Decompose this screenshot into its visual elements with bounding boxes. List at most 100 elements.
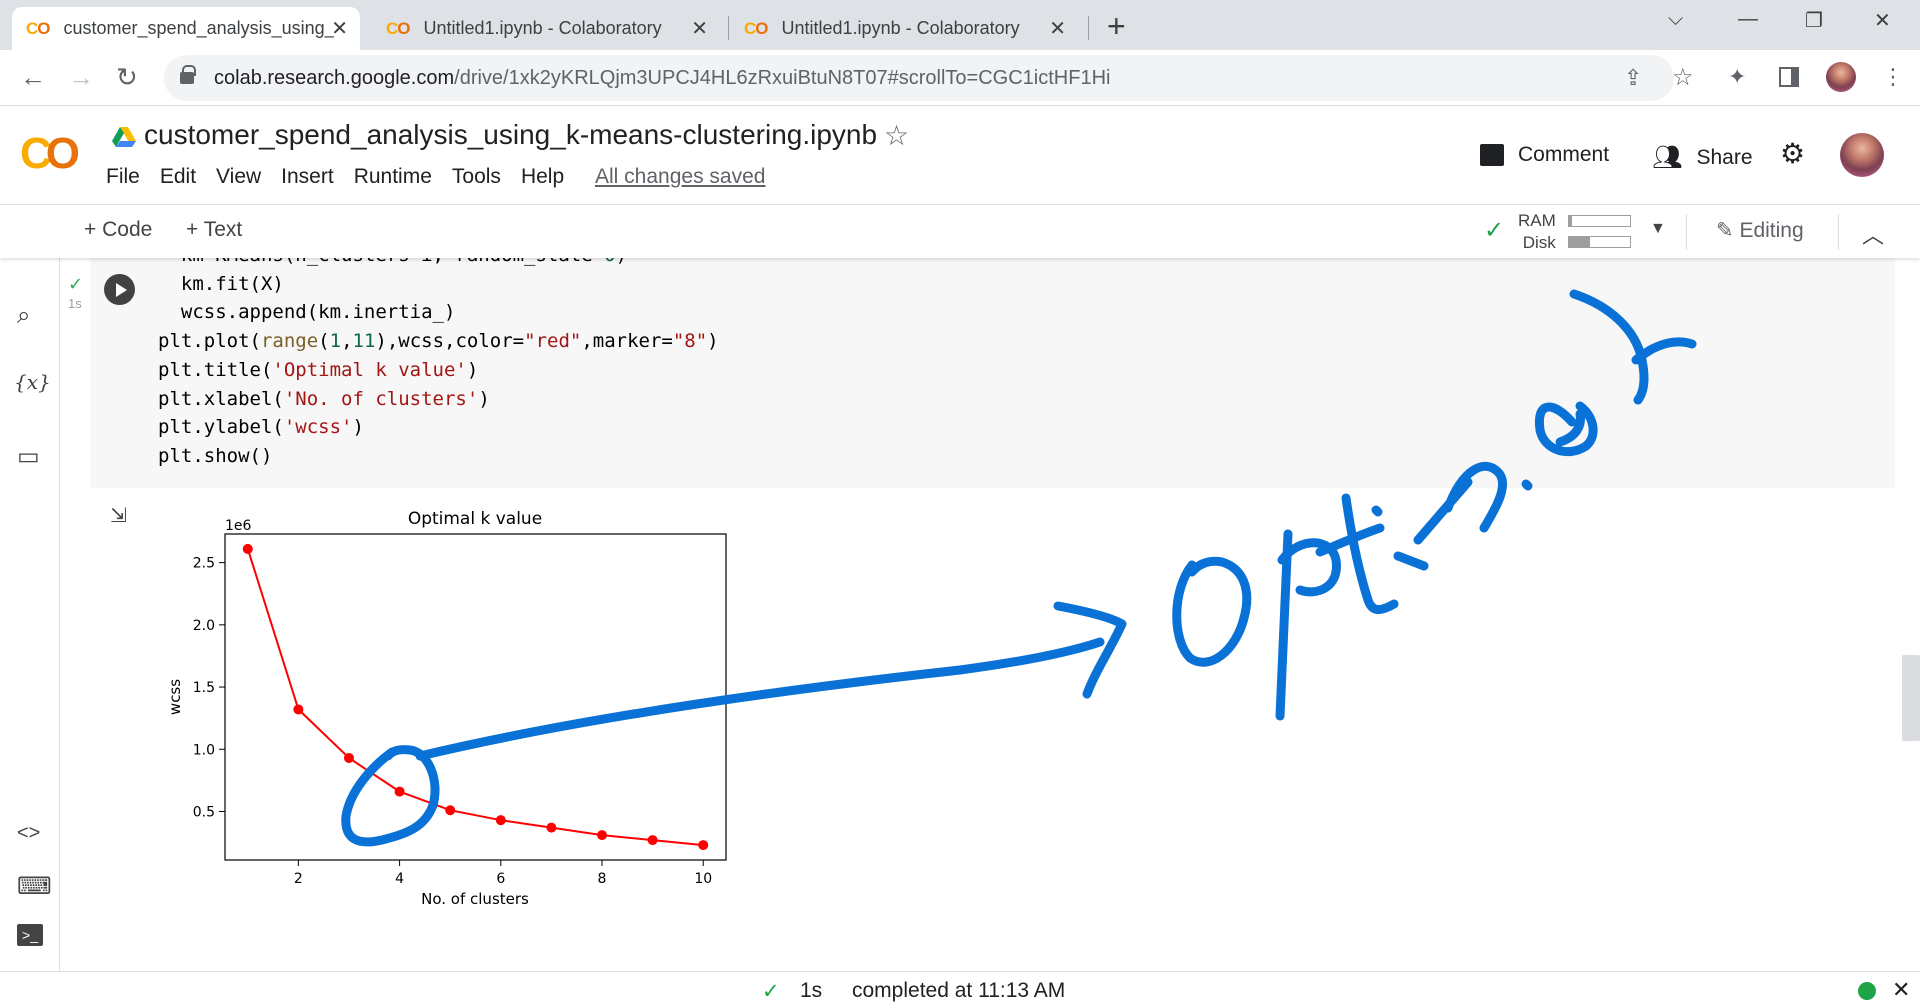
more-menu-icon[interactable]: ⋮ [1882,64,1904,90]
x-tick-label: 10 [694,871,712,887]
tab-search-chevron-icon[interactable]: ⌵ [1668,8,1683,31]
plot-frame [224,533,727,861]
minimize-icon[interactable]: — [1738,8,1758,31]
code-line: km=KMeans(n_clusters=i, random_state=0) [158,258,719,270]
code-snippets-icon[interactable]: <> [17,822,40,845]
variables-icon[interactable]: {x} [14,370,51,394]
data-point [293,704,304,715]
x-axis-label: No. of clusters [421,890,529,908]
browser-tab[interactable]: CO Untitled1.ipynb - Colaboratory ✕ [730,7,1078,50]
disk-meter [1568,236,1631,248]
menu-view[interactable]: View [216,165,261,189]
code-line: plt.xlabel('No. of clusters') [158,387,490,410]
vertical-scrollbar[interactable] [1902,655,1920,741]
menu-help[interactable]: Help [521,165,564,189]
close-tab-icon[interactable]: ✕ [1049,16,1066,41]
profile-avatar[interactable] [1826,62,1856,92]
menu-runtime[interactable]: Runtime [354,165,432,189]
add-code-button[interactable]: + Code [84,218,152,242]
tab-title: Untitled1.ipynb - Colaboratory [781,18,1020,38]
resource-monitor[interactable]: RAM Disk [1518,210,1556,254]
browser-tab-strip: CO customer_spend_analysis_using_k ✕ CO … [0,0,1920,50]
files-folder-icon[interactable]: ▭ [17,442,40,471]
close-tab-icon[interactable]: ✕ [691,16,708,41]
annotation-letter-i [1371,505,1429,571]
tab-divider [1088,16,1089,40]
reload-icon[interactable]: ↻ [116,62,138,93]
y-tick-label: 1.0 [193,742,215,758]
menu-file[interactable]: File [106,165,140,189]
data-point [445,805,456,816]
execution-time: 1s [68,296,82,311]
colab-favicon-icon: CO [386,18,411,38]
bookmark-star-icon[interactable]: ☆ [1672,63,1694,92]
new-tab-plus-icon[interactable]: + [1107,8,1126,45]
connection-status-dot [1858,982,1876,1000]
annotation-letter-p [1275,529,1341,721]
side-panel-icon[interactable] [1779,67,1799,87]
data-point [597,830,608,841]
data-point [698,840,709,851]
star-notebook-icon[interactable]: ☆ [884,119,909,152]
code-editor[interactable]: km=KMeans(n_clusters=i, random_state=0) … [158,258,719,471]
forward-arrow-icon[interactable]: → [68,62,94,93]
y-axis-label: wcss [166,679,184,715]
settings-gear-icon[interactable]: ⚙ [1780,137,1805,170]
close-tab-icon[interactable]: ✕ [331,16,348,41]
data-point [495,815,506,826]
share-page-icon[interactable]: ⇪ [1624,65,1642,91]
execution-check-icon: ✓ [68,274,84,294]
y-offset-label: 1e6 [225,518,252,534]
code-line: plt.show() [158,444,273,467]
code-line: wcss.append(km.inertia_) [158,301,456,324]
url-text: colab.research.google.com/drive/1xk2yKRL… [214,67,1111,89]
notebook-title[interactable]: customer_spend_analysis_using_k-means-cl… [144,119,877,151]
disk-label: Disk [1522,233,1556,252]
status-message[interactable]: completed at 11:13 AM [852,979,1065,1003]
status-duration: 1s [800,979,823,1002]
data-point [343,752,354,763]
x-tick-label: 6 [496,871,505,887]
chart-title: Optimal k value [408,509,542,529]
run-cell-button[interactable] [104,274,135,305]
x-tick-label: 2 [294,871,303,887]
close-status-icon[interactable]: ✕ [1892,977,1910,1003]
search-icon[interactable]: ⌕ [17,302,30,330]
browser-toolbar: ← → ↻ colab.research.google.com/drive/1x… [0,50,1920,106]
editing-mode-button[interactable]: ✎ Editing [1716,218,1804,243]
menu-edit[interactable]: Edit [160,165,196,189]
colab-logo[interactable]: CO [20,129,80,179]
browser-tab-active[interactable]: CO customer_spend_analysis_using_k ✕ [12,7,360,50]
data-point [242,543,253,554]
share-button[interactable]: 👥︎ Share [1652,143,1753,172]
runtime-dropdown-icon[interactable]: ▼ [1650,220,1666,238]
comment-label: Comment [1518,143,1610,166]
save-status-link[interactable]: All changes saved [595,165,765,189]
extensions-puzzle-icon[interactable]: ✦ [1728,64,1746,90]
lock-icon [180,65,196,84]
connected-check-icon: ✓ [1484,217,1505,244]
menu-tools[interactable]: Tools [452,165,501,189]
google-drive-icon[interactable] [112,127,136,147]
address-bar[interactable]: colab.research.google.com/drive/1xk2yKRL… [164,55,1694,101]
browser-tab[interactable]: CO Untitled1.ipynb - Colaboratory ✕ [372,7,720,50]
back-arrow-icon[interactable]: ← [20,62,46,93]
close-window-icon[interactable]: ✕ [1874,8,1891,33]
comment-button[interactable]: Comment [1480,143,1609,167]
collapse-header-chevron-icon[interactable]: ︿ [1862,218,1884,250]
restore-icon[interactable]: ❐ [1805,8,1823,33]
account-avatar[interactable] [1840,133,1884,177]
tab-divider [728,16,729,40]
menu-insert[interactable]: Insert [281,165,334,189]
add-text-button[interactable]: + Text [186,218,242,242]
code-cell[interactable]: km=KMeans(n_clusters=i, random_state=0) … [90,258,1895,488]
command-palette-icon[interactable]: ⌨ [17,872,52,901]
share-label: Share [1696,145,1753,169]
ram-meter [1568,215,1631,227]
tab-title: Untitled1.ipynb - Colaboratory [423,18,662,38]
output-actions-icon[interactable]: ⇲ [110,503,127,528]
data-point [394,786,405,797]
terminal-icon[interactable]: >_ [17,924,43,946]
data-point [647,835,658,846]
menu-bar: File Edit View Insert Runtime Tools Help [106,165,564,189]
